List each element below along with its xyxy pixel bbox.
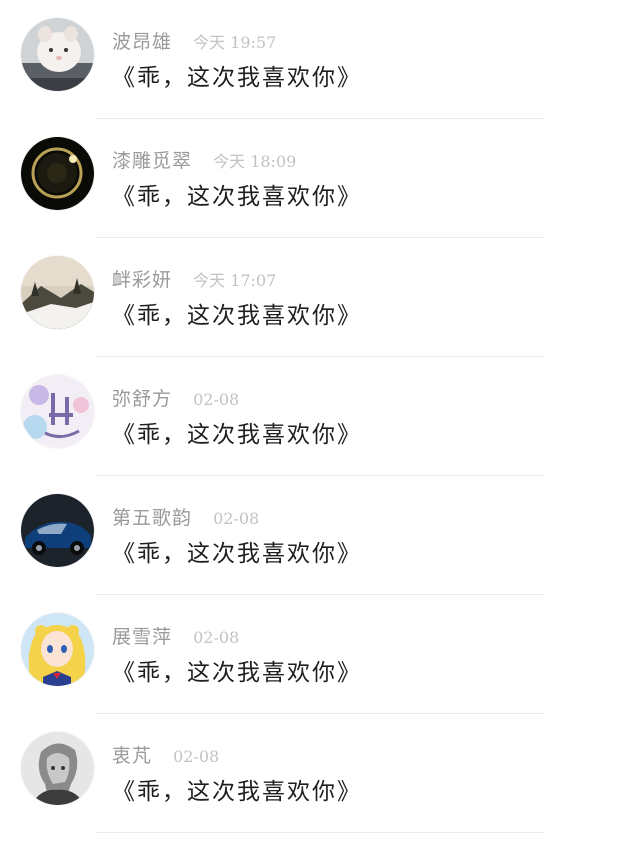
message-text: 《乖，这次我喜欢你》 <box>112 779 362 805</box>
avatar[interactable] <box>21 137 94 210</box>
message-list: 波昂雄 今天 19:57 《乖，这次我喜欢你》 漆雕觅翠 今天 18:09 《乖… <box>0 0 640 853</box>
list-item[interactable]: 第五歌韵 02-08 《乖，这次我喜欢你》 <box>0 476 640 595</box>
item-meta: 衷芃 02-08 <box>112 741 219 767</box>
username[interactable]: 展雪萍 <box>112 626 172 648</box>
list-item[interactable]: 弥舒方 02-08 《乖，这次我喜欢你》 <box>0 357 640 476</box>
avatar[interactable] <box>21 375 94 448</box>
username[interactable]: 弥舒方 <box>112 388 172 410</box>
item-meta: 衅彩妍 今天 17:07 <box>112 265 276 291</box>
message-text: 《乖，这次我喜欢你》 <box>112 422 362 448</box>
avatar[interactable] <box>21 494 94 567</box>
timestamp: 02-08 <box>213 509 260 528</box>
car-avatar-icon <box>21 494 94 567</box>
message-text: 《乖，这次我喜欢你》 <box>112 541 362 567</box>
timestamp: 02-08 <box>193 390 240 409</box>
item-meta: 展雪萍 02-08 <box>112 622 239 648</box>
list-item[interactable]: 衷芃 02-08 《乖，这次我喜欢你》 <box>0 714 640 833</box>
username[interactable]: 衷芃 <box>112 745 152 767</box>
portrait-sketch-avatar-icon <box>21 732 94 805</box>
username[interactable]: 漆雕觅翠 <box>112 150 192 172</box>
avatar[interactable] <box>21 732 94 805</box>
timestamp: 02-08 <box>173 747 220 766</box>
list-item[interactable]: 衅彩妍 今天 17:07 《乖，这次我喜欢你》 <box>0 238 640 357</box>
item-meta: 第五歌韵 02-08 <box>112 503 259 529</box>
message-text: 《乖，这次我喜欢你》 <box>112 184 362 210</box>
timestamp: 今天 19:57 <box>193 33 277 52</box>
username[interactable]: 波昂雄 <box>112 31 172 53</box>
item-meta: 弥舒方 02-08 <box>112 384 239 410</box>
anime-girl-avatar-icon <box>21 613 94 686</box>
message-text: 《乖，这次我喜欢你》 <box>112 303 362 329</box>
avatar[interactable] <box>21 18 94 91</box>
item-meta: 漆雕觅翠 今天 18:09 <box>112 146 296 172</box>
divider <box>96 832 544 833</box>
list-item[interactable]: 展雪萍 02-08 《乖，这次我喜欢你》 <box>0 595 640 714</box>
hamster-avatar-icon <box>21 18 94 91</box>
item-meta: 波昂雄 今天 19:57 <box>112 27 276 53</box>
avatar[interactable] <box>21 256 94 329</box>
avatar[interactable] <box>21 613 94 686</box>
list-item[interactable]: 波昂雄 今天 19:57 《乖，这次我喜欢你》 <box>0 0 640 119</box>
rocking-chair-avatar-icon <box>21 375 94 448</box>
snow-landscape-avatar-icon <box>21 256 94 329</box>
timestamp: 02-08 <box>193 628 240 647</box>
timestamp: 今天 18:09 <box>213 152 297 171</box>
list-item[interactable]: 漆雕觅翠 今天 18:09 《乖，这次我喜欢你》 <box>0 119 640 238</box>
dark-ring-avatar-icon <box>21 137 94 210</box>
message-text: 《乖，这次我喜欢你》 <box>112 65 362 91</box>
username[interactable]: 第五歌韵 <box>112 507 192 529</box>
timestamp: 今天 17:07 <box>193 271 277 290</box>
message-text: 《乖，这次我喜欢你》 <box>112 660 362 686</box>
username[interactable]: 衅彩妍 <box>112 269 172 291</box>
